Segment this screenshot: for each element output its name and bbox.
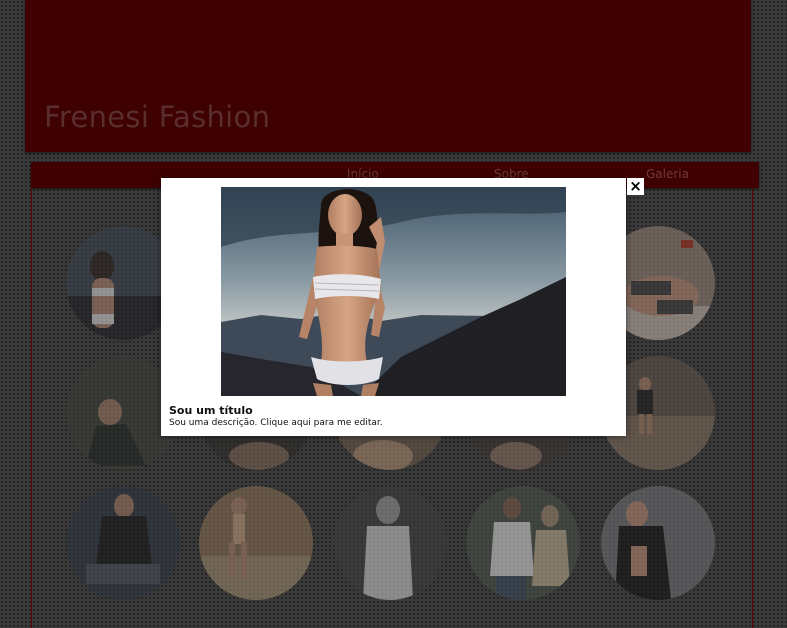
gallery-thumb[interactable]	[466, 486, 580, 600]
gallery-thumb[interactable]	[333, 486, 447, 600]
gallery-thumb[interactable]	[601, 486, 715, 600]
close-button[interactable]: ×	[627, 178, 644, 195]
lightbox-description[interactable]: Sou uma descrição. Clique aqui para me e…	[169, 418, 383, 428]
site-header: Frenesi Fashion	[25, 0, 751, 152]
thumb-image	[333, 486, 447, 600]
gallery-thumb[interactable]	[66, 486, 180, 600]
thumb-image	[199, 486, 313, 600]
thumb-image	[601, 486, 715, 600]
lightbox-modal: Sou um título Sou uma descrição. Clique …	[161, 178, 626, 436]
lightbox-image	[221, 187, 566, 396]
site-title[interactable]: Frenesi Fashion	[44, 100, 270, 134]
lightbox-title: Sou um título	[169, 404, 253, 417]
thumb-image	[466, 486, 580, 600]
lightbox-photo	[221, 187, 566, 396]
thumb-image	[66, 486, 180, 600]
gallery-thumb[interactable]	[199, 486, 313, 600]
nav-item-galeria[interactable]: Galeria	[646, 167, 689, 181]
